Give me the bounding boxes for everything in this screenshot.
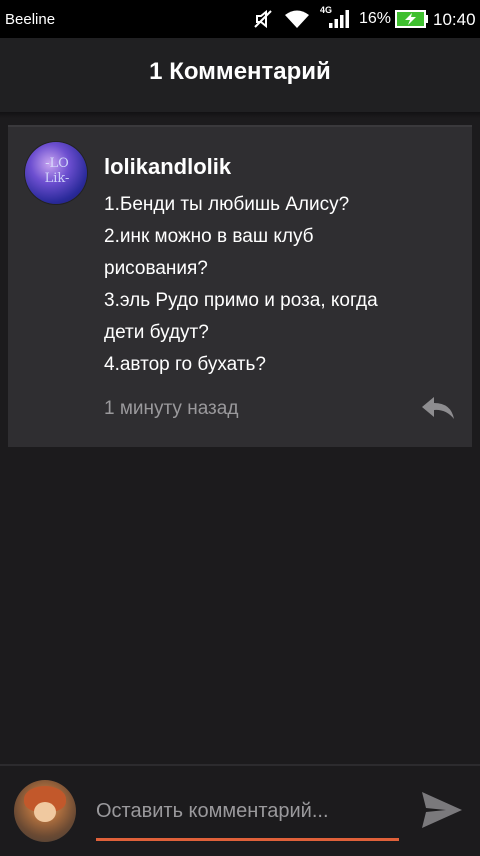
comment-composer <box>0 764 480 856</box>
header-shadow <box>0 112 480 118</box>
page-title: 1 Комментарий <box>149 58 331 85</box>
signal-icon <box>329 10 349 28</box>
comment-line: дети будут? <box>104 322 209 343</box>
send-icon[interactable] <box>420 790 464 830</box>
comment-timestamp: 1 минуту назад <box>104 398 239 419</box>
comment-line: 4.автор го бухать? <box>104 354 266 375</box>
status-bar: Beeline 4G 16% 10:40 <box>0 0 480 38</box>
comment-line: 3.эль Рудо примо и роза, когда <box>104 290 378 311</box>
input-underline <box>96 838 399 841</box>
header-bar: 1 Комментарий <box>0 38 480 112</box>
comment-username[interactable]: lolikandlolik <box>104 154 231 180</box>
comment-text: 1.Бенди ты любишь Алису? 2.инк можно в в… <box>104 189 444 381</box>
clock: 10:40 <box>433 10 476 29</box>
comment-line: рисования? <box>104 258 208 279</box>
comment-input[interactable] <box>96 796 396 826</box>
carrier-name: Beeline <box>5 11 56 28</box>
comment-line: 2.инк можно в ваш клуб <box>104 226 314 247</box>
reply-icon[interactable] <box>420 395 456 421</box>
current-user-avatar[interactable] <box>14 780 76 842</box>
avatar-lettering: -LO Lik- <box>44 156 70 186</box>
comment-author-avatar[interactable]: -LO Lik- <box>25 142 87 204</box>
comment-line: 1.Бенди ты любишь Алису? <box>104 194 350 215</box>
battery-charging-icon <box>395 10 428 28</box>
comment-card: -LO Lik- lolikandlolik 1.Бенди ты любишь … <box>8 125 472 447</box>
mute-icon <box>254 9 272 29</box>
battery-percent: 16% <box>359 10 392 27</box>
card-divider <box>8 125 472 127</box>
wifi-icon <box>285 10 309 28</box>
avatar-face <box>34 802 56 822</box>
